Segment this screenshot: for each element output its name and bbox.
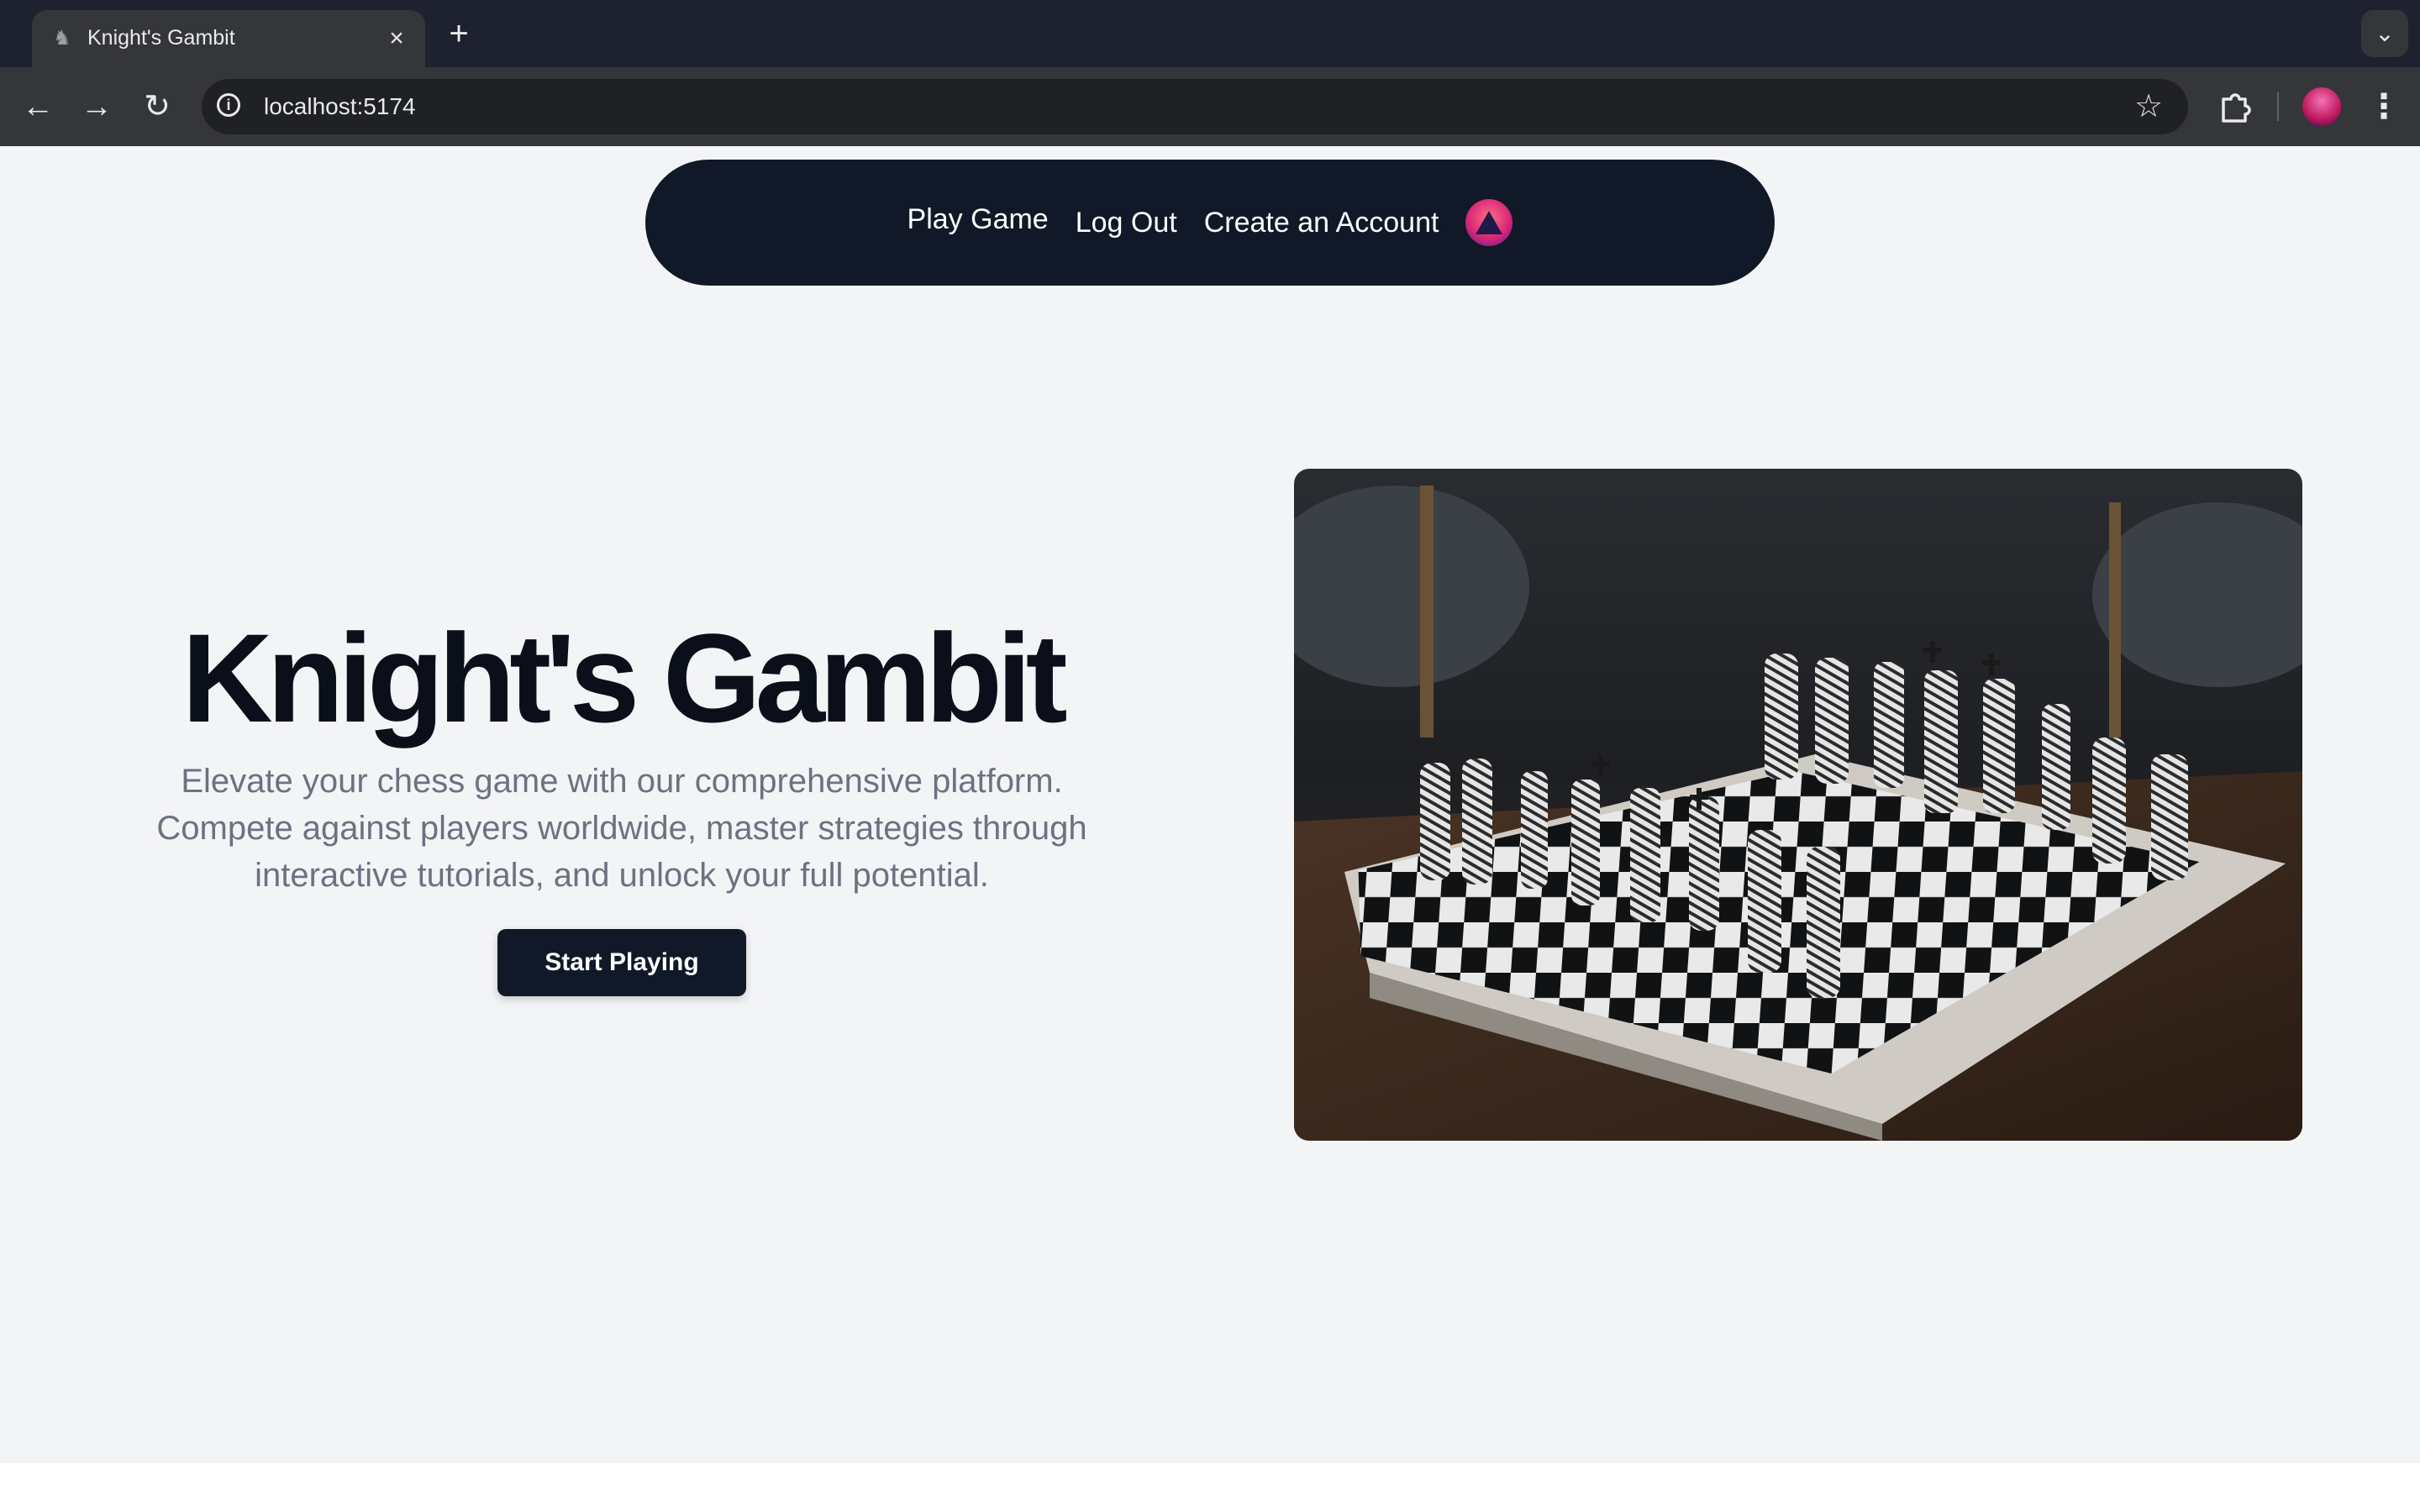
start-playing-button[interactable]: Start Playing [497,929,746,996]
nav-links: Play Game Log Out Create an Account [645,160,1775,286]
close-icon[interactable]: × [380,22,413,55]
arrow-right-icon[interactable]: → [76,86,118,128]
profile-avatar-icon[interactable] [2302,87,2341,126]
new-tab-plus-icon[interactable]: + [440,15,477,52]
kebab-menu-icon[interactable]: ⋮ [2365,86,2403,128]
address-bar[interactable]: i localhost:5174 ☆ [202,79,2188,134]
chessboard-photo [1294,469,2302,1141]
tab-title: Knight's Gambit [87,26,235,50]
nav-create-account-link[interactable]: Create an Account [1204,204,1439,241]
browser-chrome: ♞ Knight's Gambit × + ⌄ ← → ↻ i localhos… [0,0,2420,146]
chess-knight-icon: ♞ [53,27,71,50]
toolbar-divider [2277,92,2279,121]
nav-play-game-link[interactable]: Play Game [908,201,1049,238]
nav-log-out-link[interactable]: Log Out [1076,204,1177,241]
tab-search-chevron-icon[interactable]: ⌄ [2361,10,2408,57]
reload-icon[interactable]: ↻ [136,86,178,128]
browser-tab[interactable]: ♞ Knight's Gambit × [32,10,425,67]
hero-description: Elevate your chess game with our compreh… [156,763,1087,894]
url-text[interactable]: localhost:5174 [264,91,416,123]
tab-strip: ♞ Knight's Gambit × + ⌄ [0,0,2420,67]
star-icon[interactable]: ☆ [2129,87,2168,126]
chessboard-illustration [1294,469,2302,1141]
arrow-left-icon[interactable]: ← [17,86,59,128]
page-bottom-edge [0,1463,2420,1512]
top-navbar: Play Game Log Out Create an Account [645,160,1775,286]
page-viewport: Play Game Log Out Create an Account Knig… [0,146,2420,1463]
browser-toolbar: ← → ↻ i localhost:5174 ☆ ⋮ [0,67,2420,146]
hero-title: Knight's Gambit [182,607,1067,748]
info-icon[interactable]: i [217,93,240,117]
puzzle-icon[interactable] [2213,86,2255,128]
user-avatar-icon[interactable] [1465,199,1513,246]
